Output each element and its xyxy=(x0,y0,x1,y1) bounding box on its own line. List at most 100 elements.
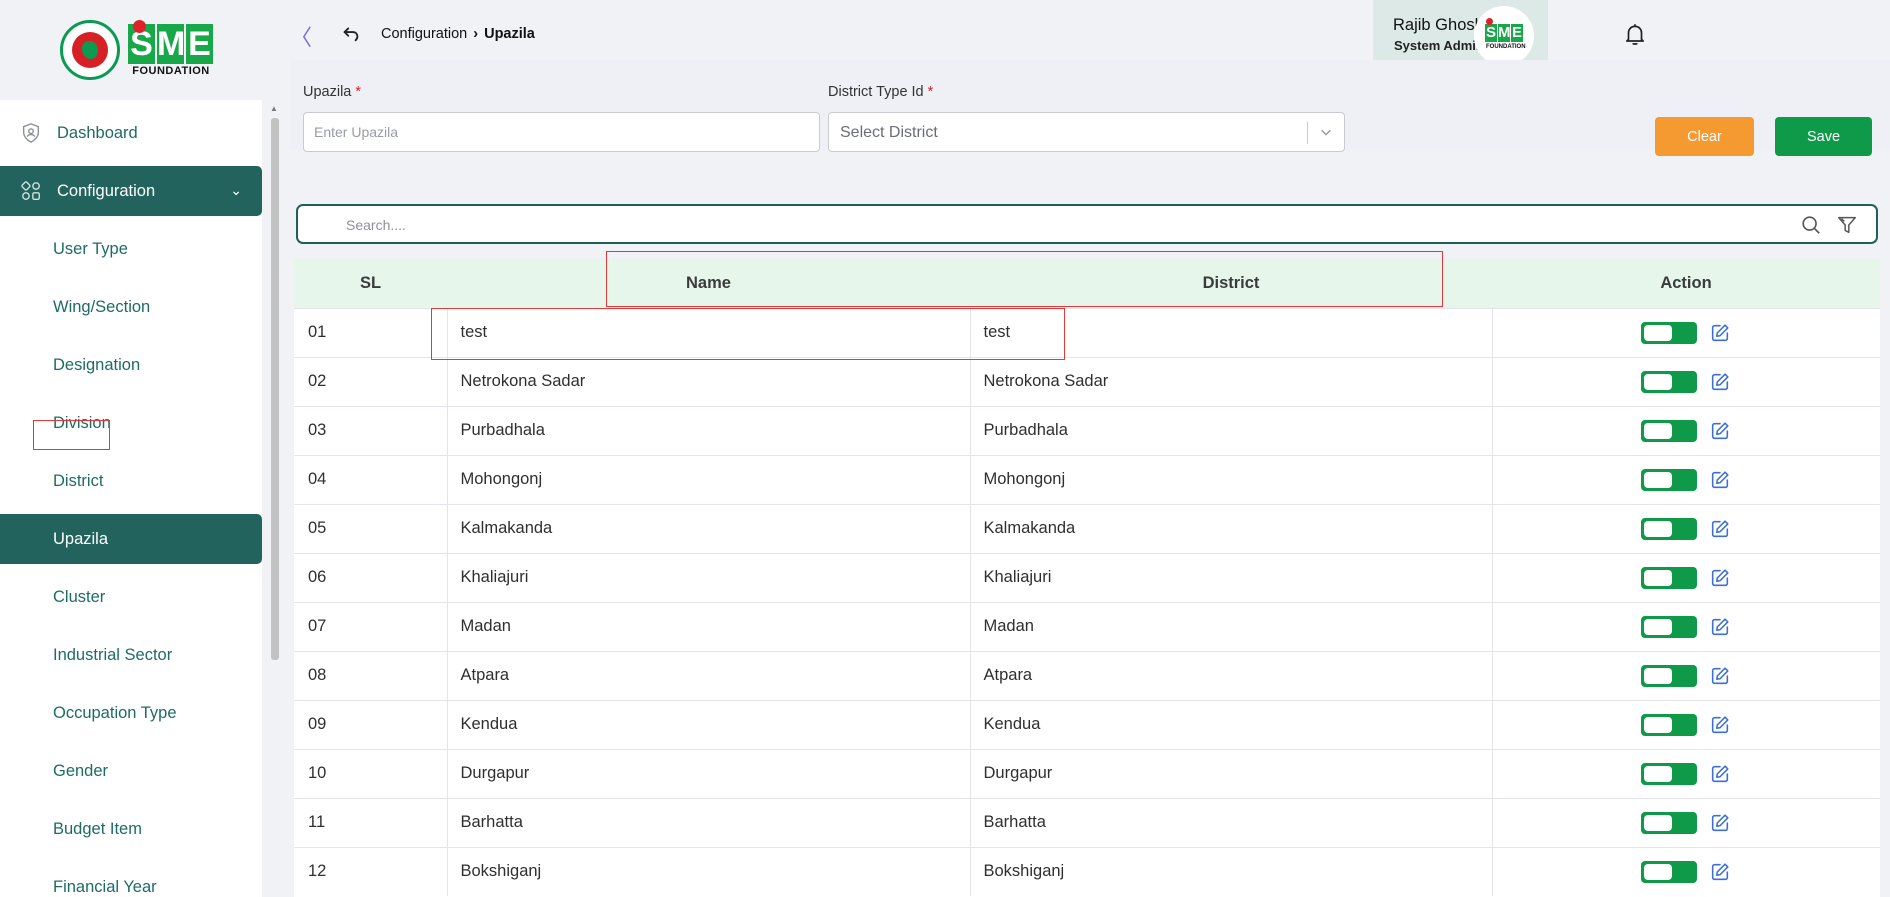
status-toggle[interactable] xyxy=(1641,419,1698,442)
sidebar-scrollbar[interactable]: ▲ xyxy=(268,100,280,897)
status-toggle[interactable] xyxy=(1641,762,1698,785)
sidebar-item-occupation-type[interactable]: Occupation Type xyxy=(0,688,262,738)
status-toggle[interactable] xyxy=(1641,713,1698,736)
row-actions xyxy=(1493,517,1881,540)
clear-button[interactable]: Clear xyxy=(1655,117,1754,156)
district-select[interactable]: Select District xyxy=(828,112,1345,152)
back-arrow-icon[interactable] xyxy=(340,22,362,44)
sidebar-item-designation[interactable]: Designation xyxy=(0,340,262,390)
cell-action xyxy=(1492,454,1880,504)
sidebar-item-financial-year[interactable]: Financial Year xyxy=(0,862,262,897)
edit-icon[interactable] xyxy=(1709,371,1731,393)
edit-icon[interactable] xyxy=(1709,665,1731,687)
search-input[interactable] xyxy=(346,214,1646,236)
cell-sl: 05 xyxy=(294,503,448,553)
edit-icon[interactable] xyxy=(1709,714,1731,736)
status-toggle[interactable] xyxy=(1641,860,1698,883)
status-toggle[interactable] xyxy=(1641,615,1698,638)
status-toggle[interactable] xyxy=(1641,370,1698,393)
sme-foundation-logo: S M E FOUNDATION xyxy=(128,20,214,80)
cell-district: Kalmakanda xyxy=(970,503,1493,553)
scroll-up-arrow-icon[interactable]: ▲ xyxy=(270,104,278,113)
table-row: 03 Purbadhala Purbadhala xyxy=(294,405,1880,455)
cell-sl: 12 xyxy=(294,846,448,896)
breadcrumb-parent[interactable]: Configuration xyxy=(381,26,467,42)
save-button[interactable]: Save xyxy=(1775,117,1872,156)
filter-icon[interactable] xyxy=(1836,214,1858,236)
sidebar-item-label: Occupation Type xyxy=(53,703,177,722)
edit-icon[interactable] xyxy=(1709,518,1731,540)
cell-action xyxy=(1492,748,1880,798)
column-header-name[interactable]: Name xyxy=(447,259,970,308)
status-toggle[interactable] xyxy=(1641,321,1698,344)
cell-name: Durgapur xyxy=(447,748,971,798)
avatar[interactable]: S M E FOUNDATION xyxy=(1474,6,1534,66)
cell-district: Barhatta xyxy=(970,797,1493,847)
district-select-placeholder: Select District xyxy=(840,124,938,141)
cell-district: Khaliajuri xyxy=(970,552,1493,602)
sidebar-item-label: District xyxy=(53,471,104,490)
scrollbar-thumb[interactable] xyxy=(271,118,279,660)
status-toggle[interactable] xyxy=(1641,566,1698,589)
cell-name: Barhatta xyxy=(447,797,971,847)
logo-letter: S xyxy=(1485,24,1497,42)
breadcrumb: Configuration › Upazila xyxy=(381,26,535,42)
cell-district: Purbadhala xyxy=(970,405,1493,455)
required-mark: * xyxy=(355,84,362,100)
edit-icon[interactable] xyxy=(1709,861,1731,883)
column-header-sl[interactable]: SL xyxy=(294,259,447,308)
logo-subtitle: FOUNDATION xyxy=(132,65,210,77)
cell-district: test xyxy=(970,307,1493,357)
top-header: 〈 Configuration › Upazila Rajib Ghosh Sy… xyxy=(282,0,1890,73)
sidebar-item-division[interactable]: Division xyxy=(0,398,262,448)
edit-icon[interactable] xyxy=(1709,322,1731,344)
cell-name: Atpara xyxy=(447,650,971,700)
edit-icon[interactable] xyxy=(1709,763,1731,785)
logo-letter: E xyxy=(1511,24,1523,42)
status-toggle[interactable] xyxy=(1641,811,1698,834)
cell-name: Bokshiganj xyxy=(447,846,971,896)
sidebar-item-district[interactable]: District xyxy=(0,456,262,506)
upazila-input[interactable] xyxy=(303,112,820,152)
edit-icon[interactable] xyxy=(1709,567,1731,589)
status-toggle[interactable] xyxy=(1641,664,1698,687)
table-row: 07 Madan Madan xyxy=(294,601,1880,651)
bell-icon[interactable] xyxy=(1622,21,1648,47)
chevron-down-icon[interactable] xyxy=(1319,125,1333,139)
status-toggle[interactable] xyxy=(1641,468,1698,491)
table-row: 06 Khaliajuri Khaliajuri xyxy=(294,552,1880,602)
edit-icon[interactable] xyxy=(1709,420,1731,442)
edit-icon[interactable] xyxy=(1709,616,1731,638)
select-separator xyxy=(1307,122,1308,144)
cell-name: Netrokona Sadar xyxy=(447,356,971,406)
collapse-sidebar-icon[interactable]: 〈 xyxy=(290,20,312,52)
cell-district: Durgapur xyxy=(970,748,1493,798)
sidebar-item-user-type[interactable]: User Type xyxy=(0,224,262,274)
cell-action xyxy=(1492,650,1881,700)
row-actions xyxy=(1493,664,1881,687)
sidebar-item-budget-item[interactable]: Budget Item xyxy=(0,804,262,854)
cell-action xyxy=(1492,846,1881,896)
sidebar-item-dashboard[interactable]: Dashboard xyxy=(0,108,262,158)
sidebar-item-upazila[interactable]: Upazila xyxy=(0,514,262,564)
edit-icon[interactable] xyxy=(1709,469,1731,491)
logo-area: S M E FOUNDATION xyxy=(0,0,262,100)
sidebar-item-cluster[interactable]: Cluster xyxy=(0,572,262,622)
sidebar-item-wing-section[interactable]: Wing/Section xyxy=(0,282,262,332)
edit-icon[interactable] xyxy=(1709,812,1731,834)
status-toggle[interactable] xyxy=(1641,517,1698,540)
sidebar-item-label: Financial Year xyxy=(53,877,157,896)
column-header-action: Action xyxy=(1492,259,1880,308)
sidebar-item-industrial-sector[interactable]: Industrial Sector xyxy=(0,630,262,680)
search-icon[interactable] xyxy=(1800,214,1822,236)
sidebar-item-configuration[interactable]: Configuration ⌄ xyxy=(0,166,262,216)
logo-letter: M xyxy=(1498,24,1511,42)
logo-subtitle: FOUNDATION xyxy=(1486,44,1526,50)
bangladesh-govt-emblem xyxy=(60,20,120,80)
row-actions xyxy=(1493,860,1881,883)
table-row: 08 Atpara Atpara xyxy=(294,650,1881,700)
column-header-district[interactable]: District xyxy=(970,259,1492,308)
sidebar-item-gender[interactable]: Gender xyxy=(0,746,262,796)
sidebar-item-label: Wing/Section xyxy=(53,297,151,316)
sidebar-item-label: Dashboard xyxy=(57,123,138,142)
